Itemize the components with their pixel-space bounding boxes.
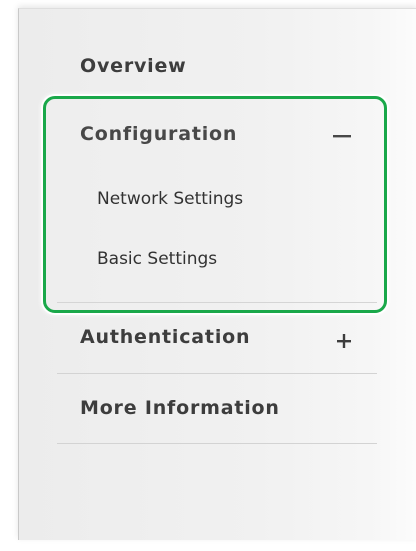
screenshot-canvas: Overview Configuration Network Settings … xyxy=(0,0,416,551)
nav-item-overview[interactable]: Overview xyxy=(80,55,187,77)
divider xyxy=(57,443,377,444)
collapse-icon[interactable] xyxy=(332,126,352,146)
sidebar-item-basic-settings[interactable]: Basic Settings xyxy=(97,249,217,269)
expand-icon[interactable] xyxy=(334,331,354,351)
nav-item-authentication[interactable]: Authentication xyxy=(80,326,250,348)
sidebar-nav-panel xyxy=(18,8,416,540)
nav-item-configuration[interactable]: Configuration xyxy=(80,123,237,145)
divider xyxy=(57,373,377,374)
nav-item-more-information[interactable]: More Information xyxy=(80,397,280,419)
divider xyxy=(57,302,377,303)
sidebar-item-network-settings[interactable]: Network Settings xyxy=(97,189,243,209)
